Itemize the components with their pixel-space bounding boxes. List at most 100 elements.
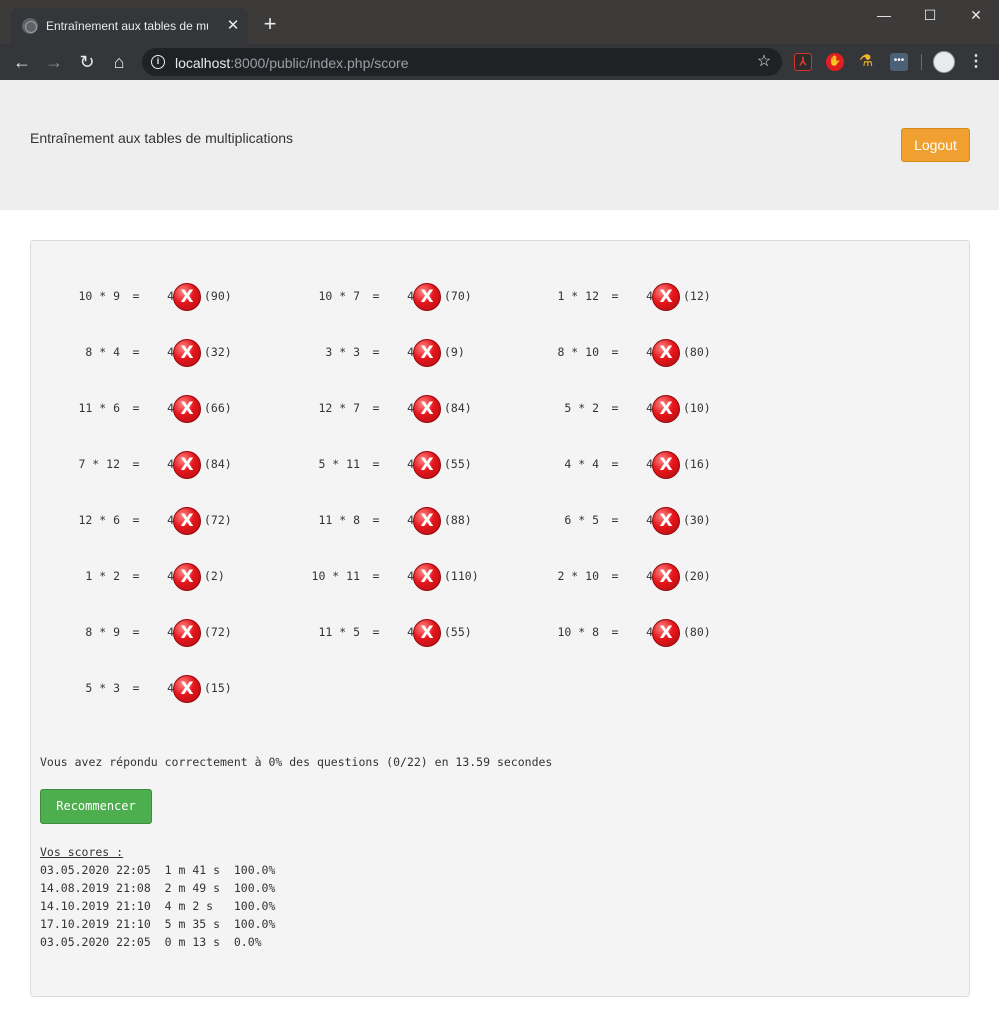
wrong-answer-icon: X	[173, 339, 201, 367]
restart-button[interactable]: Recommencer	[40, 789, 152, 824]
equals-sign: =	[132, 681, 140, 695]
score-row: 17.10.2019 21:10 5 m 35 s 100.0%	[40, 917, 276, 931]
bookmark-star-icon[interactable]: ☆	[754, 52, 774, 72]
user-answer: 4	[646, 513, 653, 527]
question-expression: 1 * 2	[85, 569, 120, 583]
question-item: 5 * 11 = 4 X (55)	[280, 450, 520, 480]
wrong-answer-icon: X	[173, 563, 201, 591]
correct-answer: (80)	[683, 625, 711, 639]
wrong-answer-icon: X	[173, 675, 201, 703]
forward-icon[interactable]: →	[42, 50, 66, 74]
browser-menu-icon[interactable]: ⋮	[968, 50, 984, 74]
equals-sign: =	[132, 625, 140, 639]
equals-sign: =	[372, 569, 380, 583]
site-info-icon[interactable]: i	[151, 55, 165, 69]
user-answer: 4	[407, 401, 414, 415]
correct-answer: (90)	[204, 289, 232, 303]
correct-answer: (84)	[444, 401, 472, 415]
question-expression: 11 * 8	[318, 513, 360, 527]
equals-sign: =	[611, 457, 619, 471]
logout-button[interactable]: Logout	[901, 128, 970, 162]
equals-sign: =	[132, 569, 140, 583]
maximize-icon[interactable]: ☐	[907, 0, 953, 30]
question-expression: 11 * 6	[78, 401, 120, 415]
browser-tab[interactable]: Entraînement aux tables de multiplicatio…	[10, 8, 248, 44]
dots-extension-icon[interactable]: •••	[890, 53, 908, 71]
user-answer: 4	[646, 289, 653, 303]
user-answer: 4	[167, 569, 174, 583]
question-expression: 8 * 9	[85, 625, 120, 639]
question-expression: 7 * 12	[78, 457, 120, 471]
equals-sign: =	[372, 457, 380, 471]
correct-answer: (110)	[444, 569, 479, 583]
question-item: 10 * 9 = 4 X (90)	[40, 282, 280, 312]
question-item: 2 * 10 = 4 X (20)	[519, 562, 759, 592]
pdf-extension-icon[interactable]: ⅄	[794, 53, 812, 71]
correct-answer: (20)	[683, 569, 711, 583]
wrong-answer-icon: X	[413, 395, 441, 423]
tab-close-icon[interactable]: ✕	[224, 17, 242, 35]
question-expression: 5 * 2	[564, 401, 599, 415]
question-item: 10 * 7 = 4 X (70)	[280, 282, 520, 312]
adblock-extension-icon[interactable]: ✋	[826, 53, 844, 71]
score-row: 03.05.2020 22:05 0 m 13 s 0.0%	[40, 935, 262, 949]
new-tab-icon[interactable]: +	[259, 13, 281, 35]
score-row: 14.10.2019 21:10 4 m 2 s 100.0%	[40, 899, 276, 913]
user-answer: 4	[646, 569, 653, 583]
question-expression: 5 * 3	[85, 681, 120, 695]
correct-answer: (10)	[683, 401, 711, 415]
correct-answer: (66)	[204, 401, 232, 415]
window-close-icon[interactable]: ✕	[953, 0, 999, 30]
question-item: 10 * 11 = 4 X (110)	[280, 562, 520, 592]
reload-icon[interactable]: ↻	[75, 50, 99, 74]
wrong-answer-icon: X	[652, 619, 680, 647]
wrong-answer-icon: X	[173, 451, 201, 479]
question-item: 12 * 6 = 4 X (72)	[40, 506, 280, 536]
home-icon[interactable]: ⌂	[107, 50, 131, 74]
page-header: Entraînement aux tables de multiplicatio…	[0, 80, 999, 210]
equals-sign: =	[372, 345, 380, 359]
wrong-answer-icon: X	[413, 507, 441, 535]
question-expression: 4 * 4	[564, 457, 599, 471]
question-item: 8 * 9 = 4 X (72)	[40, 618, 280, 648]
user-answer: 4	[167, 513, 174, 527]
user-answer: 4	[167, 625, 174, 639]
question-item: 11 * 5 = 4 X (55)	[280, 618, 520, 648]
equals-sign: =	[132, 345, 140, 359]
equals-sign: =	[372, 625, 380, 639]
user-answer: 4	[167, 345, 174, 359]
equals-sign: =	[132, 401, 140, 415]
question-item: 8 * 10 = 4 X (80)	[519, 338, 759, 368]
wrong-answer-icon: X	[413, 451, 441, 479]
correct-answer: (2)	[204, 569, 225, 583]
equals-sign: =	[372, 289, 380, 303]
question-item: 6 * 5 = 4 X (30)	[519, 506, 759, 536]
address-bar[interactable]: i localhost:8000/public/index.php/score …	[142, 48, 782, 76]
question-expression: 10 * 9	[78, 289, 120, 303]
question-expression: 11 * 5	[318, 625, 360, 639]
question-item: 4 * 4 = 4 X (16)	[519, 450, 759, 480]
equals-sign: =	[611, 513, 619, 527]
question-expression: 12 * 6	[78, 513, 120, 527]
question-expression: 3 * 3	[325, 345, 360, 359]
toolbar-separator	[921, 54, 922, 70]
user-answer: 4	[407, 513, 414, 527]
wrong-answer-icon: X	[652, 451, 680, 479]
flask-extension-icon[interactable]: ⚗	[857, 53, 875, 71]
browser-titlebar: Entraînement aux tables de multiplicatio…	[0, 0, 999, 44]
correct-answer: (16)	[683, 457, 711, 471]
scores-title: Vos scores :	[40, 845, 124, 859]
profile-avatar[interactable]	[933, 51, 955, 73]
wrong-answer-icon: X	[652, 339, 680, 367]
minimize-icon[interactable]: —	[861, 0, 907, 30]
correct-answer: (70)	[444, 289, 472, 303]
user-answer: 4	[407, 457, 414, 471]
question-item: 5 * 3 = 4 X (15)	[40, 674, 280, 704]
back-icon[interactable]: ←	[10, 50, 34, 74]
globe-icon	[22, 18, 38, 34]
question-item: 7 * 12 = 4 X (84)	[40, 450, 280, 480]
question-item: 8 * 4 = 4 X (32)	[40, 338, 280, 368]
question-item: 1 * 12 = 4 X (12)	[519, 282, 759, 312]
question-expression: 12 * 7	[318, 401, 360, 415]
wrong-answer-icon: X	[413, 619, 441, 647]
